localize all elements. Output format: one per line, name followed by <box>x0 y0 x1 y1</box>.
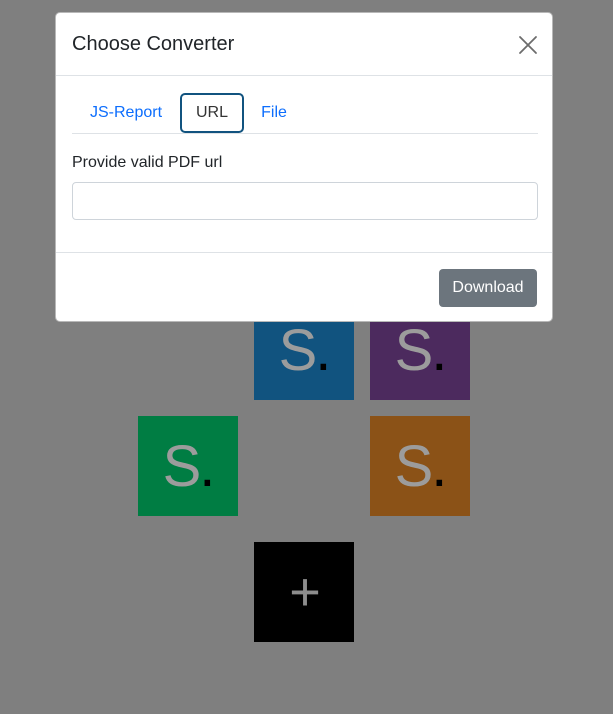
plus-icon: + <box>289 562 321 622</box>
pdf-url-label: Provide valid PDF url <box>72 154 223 171</box>
pdf-url-input[interactable] <box>72 182 538 220</box>
site-tile-green[interactable]: S. <box>138 416 238 516</box>
choose-converter-modal: Choose Converter JS-Report URL File Prov… <box>55 12 553 322</box>
converter-tabs: JS-Report URL File <box>72 93 538 134</box>
close-button[interactable] <box>514 31 542 59</box>
tile-letter: S <box>394 317 434 383</box>
tile-dot: . <box>431 433 447 499</box>
tile-letter: S <box>162 433 202 499</box>
tab-js-report[interactable]: JS-Report <box>72 93 180 133</box>
tile-dot: . <box>315 317 331 383</box>
modal-title: Choose Converter <box>72 33 235 55</box>
add-tile-button[interactable]: + <box>254 542 354 642</box>
tile-letter: S <box>394 433 434 499</box>
site-tile-orange[interactable]: S. <box>370 416 470 516</box>
tile-dot: . <box>431 317 447 383</box>
close-icon <box>519 36 537 54</box>
tile-dot: . <box>199 433 215 499</box>
modal-header: Choose Converter <box>56 13 552 76</box>
download-button[interactable]: Download <box>439 269 537 307</box>
tab-url[interactable]: URL <box>180 93 244 133</box>
modal-body: JS-Report URL File Provide valid PDF url <box>56 76 552 253</box>
tab-file[interactable]: File <box>244 93 304 133</box>
tile-letter: S <box>278 317 318 383</box>
